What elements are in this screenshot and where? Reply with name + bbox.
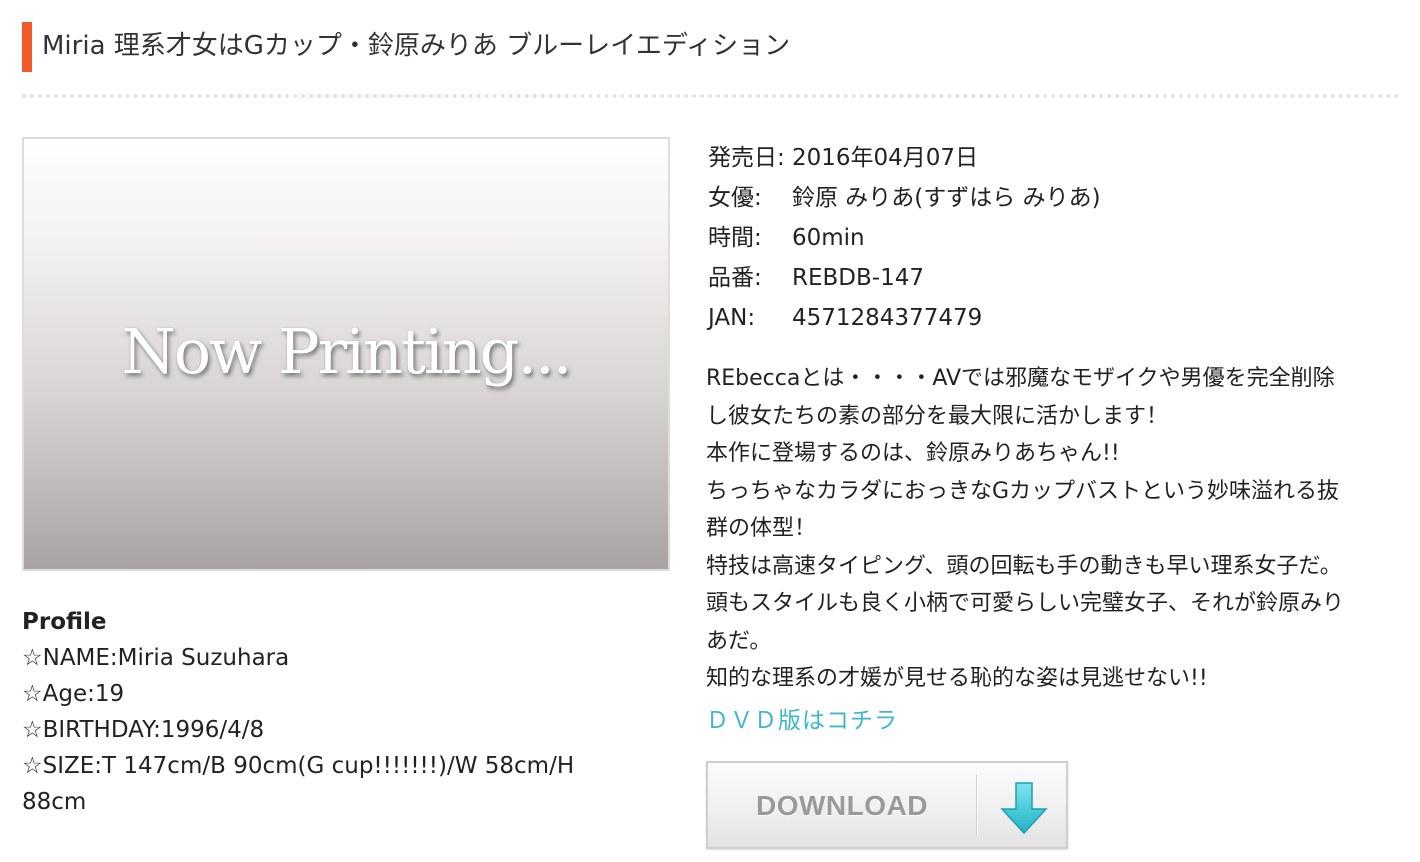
profile-heading: Profile	[22, 609, 107, 635]
info-label: JAN:	[708, 305, 756, 331]
description-line: REbeccaとは・・・・AVでは邪魔なモザイクや男優を完全削除	[706, 366, 1335, 391]
title-accent-bar	[22, 22, 32, 72]
info-value: 60min	[792, 225, 865, 251]
page-title: Miria 理系才女はGカップ・鈴原みりあ ブルーレイエディション	[42, 31, 791, 61]
download-button[interactable]: DOWNLOAD	[706, 761, 1068, 849]
description-line: 特技は高速タイピング、頭の回転も手の動きも早い理系女子だ。	[706, 553, 1342, 579]
profile-age: ☆Age:19	[22, 681, 125, 707]
info-label: 発売日:	[708, 145, 785, 171]
profile-birthday: ☆BIRTHDAY:1996/4/8	[22, 717, 265, 743]
description-line: 頭もスタイルも良く小柄で可愛らしい完璧女子、それが鈴原みり	[706, 591, 1345, 616]
product-description: REbeccaとは・・・・AVでは邪魔なモザイクや男優を完全削除 し彼女たちの素…	[706, 360, 1406, 698]
profile-name: ☆NAME:Miria Suzuhara	[22, 645, 290, 671]
info-label: 時間:	[708, 225, 762, 251]
down-arrow-icon	[1000, 782, 1048, 835]
title-divider	[22, 94, 1400, 98]
profile-section: Profile ☆NAME:Miria Suzuhara ☆Age:19 ☆BI…	[22, 604, 662, 820]
description-line: あだ。	[706, 628, 772, 654]
profile-size-continued: 88cm	[22, 789, 87, 815]
description-line: し彼女たちの素の部分を最大限に活かします！	[706, 403, 1169, 429]
info-row-duration: 時間: 60min	[708, 218, 1101, 258]
info-label: 女優:	[708, 185, 762, 211]
info-value: 4571284377479	[792, 305, 983, 331]
info-row-release-date: 発売日: 2016年04月07日	[708, 138, 1101, 178]
download-button-separator	[976, 775, 978, 837]
dvd-version-link[interactable]: ＤＶＤ版はコチラ	[706, 704, 898, 738]
info-label: 品番:	[708, 265, 762, 291]
page-title-bar: Miria 理系才女はGカップ・鈴原みりあ ブルーレイエディション	[22, 22, 1400, 72]
profile-size: ☆SIZE:T 147cm/B 90cm(G cup!!!!!!!)/W 58c…	[22, 753, 575, 779]
info-value: 2016年04月07日	[792, 145, 979, 171]
description-line: ちっちゃなカラダにおっきなGカップバストという妙味溢れる抜	[706, 478, 1340, 504]
description-line: 本作に登場するのは、鈴原みりあちゃん!!	[706, 441, 1120, 466]
info-value: REBDB-147	[792, 265, 924, 291]
download-button-label: DOWNLOAD	[756, 790, 928, 821]
info-row-jan: JAN: 4571284377479	[708, 298, 1101, 338]
info-row-product-code: 品番: REBDB-147	[708, 258, 1101, 298]
description-line: 群の体型！	[706, 516, 817, 541]
now-printing-text: Now Printing...	[121, 315, 573, 388]
product-image-placeholder: Now Printing...	[22, 137, 670, 571]
description-line: 知的な理系の才媛が見せる恥的な姿は見逃せない!!	[706, 666, 1208, 691]
product-info-table: 発売日: 2016年04月07日 女優: 鈴原 みりあ(すずはら みりあ) 時間…	[708, 138, 1101, 338]
info-row-actress: 女優: 鈴原 みりあ(すずはら みりあ)	[708, 178, 1101, 218]
info-value: 鈴原 みりあ(すずはら みりあ)	[792, 185, 1101, 211]
